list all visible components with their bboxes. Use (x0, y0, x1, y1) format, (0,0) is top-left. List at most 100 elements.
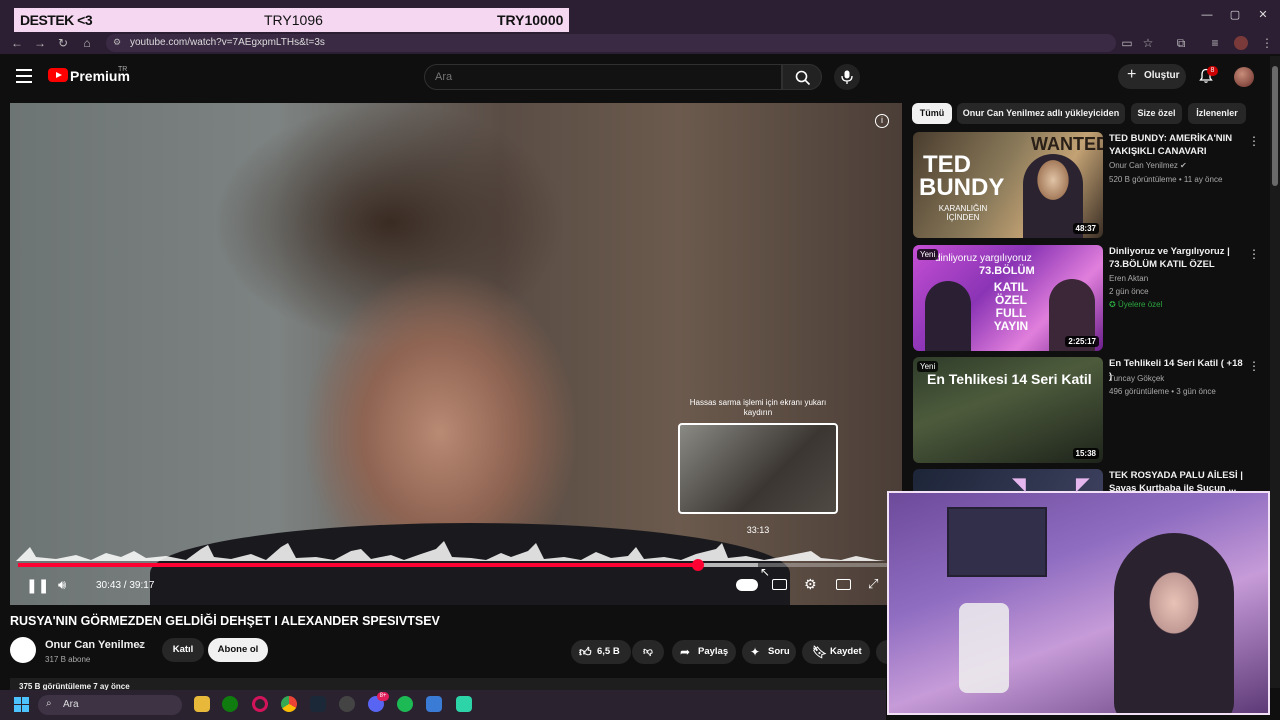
chip-from-uploader[interactable]: Onur Can Yenilmez adlı yükleyiciden (957, 103, 1125, 124)
xbox-icon[interactable] (222, 696, 238, 712)
bookmark-icon: 🔖︎ (812, 645, 828, 659)
obs-icon[interactable] (339, 696, 355, 712)
search-box[interactable] (424, 64, 782, 90)
webcam-background-lamp (959, 603, 1009, 693)
banner-right-text: TRY10000 (497, 12, 564, 28)
forward-icon[interactable]: → (33, 36, 47, 50)
search-icon (795, 70, 811, 86)
voice-search-button[interactable] (834, 64, 860, 90)
chip-for-you[interactable]: Size özel (1131, 103, 1182, 124)
extensions-icon[interactable]: ⧉ (1174, 36, 1188, 50)
microphone-icon (841, 70, 853, 84)
dislike-button[interactable]: 👎︎ (632, 640, 664, 664)
reload-icon[interactable]: ↻ (56, 36, 70, 50)
page-scrollbar[interactable] (1270, 56, 1280, 688)
thumbnail-text: KATIL ÖZEL FULL YAYIN (993, 280, 1029, 333)
bookmark-star-icon[interactable]: ☆ (1141, 36, 1155, 50)
url-text: youtube.com/watch?v=7AEgxpmLTHs&t=3s (130, 37, 325, 48)
more-options-icon[interactable]: ⋮ (1248, 359, 1260, 373)
chip-watched[interactable]: İzlenenler (1188, 103, 1246, 124)
profile-avatar[interactable] (1234, 36, 1248, 50)
recommendation-channel[interactable]: Eren Aktan (1109, 274, 1148, 283)
thumbs-down-icon: 👎︎ (643, 646, 653, 657)
search-icon: ⌕ (46, 698, 52, 709)
sparkle-icon: ✦ (750, 645, 761, 659)
share-button[interactable]: ➦ Paylaş (672, 640, 736, 664)
more-options-icon[interactable]: ⋮ (1248, 247, 1260, 261)
recommendation-title[interactable]: TEK ROSYADA PALU AİLESİ | Savaş Kurtbaba… (1109, 469, 1244, 493)
theater-mode-icon[interactable] (836, 579, 851, 590)
fullscreen-icon[interactable]: ⤢ (868, 576, 878, 592)
create-button[interactable]: + Oluştur (1118, 64, 1186, 89)
settings-gear-icon[interactable]: ⚙ (804, 576, 817, 593)
home-icon[interactable]: ⌂ (80, 36, 94, 50)
subtitles-icon[interactable] (772, 579, 787, 590)
thumbnail-person-left (925, 281, 971, 351)
recommendation-title[interactable]: Dinliyoruz ve Yargılıyoruz | 73.BÖLÜM KA… (1109, 245, 1244, 271)
reading-list-icon[interactable]: ≡ (1208, 36, 1222, 50)
ask-label: Soru (768, 646, 790, 657)
chrome-icon[interactable] (281, 696, 297, 712)
search-input[interactable] (425, 65, 781, 89)
recommendation-thumbnail[interactable]: TED BUNDY KARANLIĞIN İÇİNDEN WANTED 48:3… (913, 132, 1103, 238)
scrollbar-thumb[interactable] (1272, 66, 1278, 186)
maximize-icon[interactable]: ▢ (1228, 8, 1242, 22)
subscriber-count: 317 B abone (45, 655, 91, 664)
recommendation-thumbnail[interactable]: dinliyoruz yargılıyoruz 73.BÖLÜM KATIL Ö… (913, 245, 1103, 351)
webcam-streamer (1114, 533, 1234, 713)
hamburger-menu-icon[interactable] (16, 69, 32, 83)
recommendation-thumbnail[interactable]: En Tehlikesi 14 Seri Katil Yeni 15:38 (913, 357, 1103, 463)
pause-icon[interactable]: ❚❚ (26, 577, 49, 594)
share-label: Paylaş (698, 646, 729, 657)
share-arrow-icon: ➦ (680, 645, 691, 659)
close-icon[interactable]: ✕ (1256, 8, 1270, 22)
cast-icon[interactable]: ▭ (1120, 36, 1134, 50)
mouse-cursor-icon: ↖ (760, 565, 771, 579)
subscribe-button[interactable]: Abone ol (208, 638, 268, 662)
browser-menu-icon[interactable]: ⋮ (1260, 36, 1274, 50)
played-bar (18, 563, 699, 567)
info-icon[interactable]: i (875, 114, 889, 128)
ask-button[interactable]: ✦ Soru (742, 640, 796, 664)
autoplay-toggle[interactable] (736, 579, 758, 591)
progress-bar[interactable] (18, 559, 888, 571)
webcam-overlay (887, 491, 1270, 715)
account-avatar[interactable] (1234, 67, 1254, 87)
minimize-icon[interactable]: — (1200, 8, 1214, 22)
new-badge: Yeni (917, 249, 939, 260)
video-title: RUSYA'NIN GÖRMEZDEN GELDİĞİ DEHŞET I ALE… (10, 614, 440, 628)
spotify-icon[interactable] (397, 696, 413, 712)
like-button[interactable]: 👍︎ 6,5 B (571, 640, 631, 664)
more-options-icon[interactable]: ⋮ (1248, 134, 1260, 148)
recommendation-channel[interactable]: Onur Can Yenilmez (1109, 161, 1178, 170)
join-button[interactable]: Katıl (162, 638, 204, 662)
video-player[interactable]: i Hassas sarma işlemi için ekranı yukarı… (10, 103, 902, 605)
recommendation-channel[interactable]: Tuncay Gökçek (1109, 374, 1164, 383)
channel-avatar[interactable] (10, 637, 36, 663)
save-label: Kaydet (830, 646, 862, 657)
app-icon[interactable] (426, 696, 442, 712)
search-button[interactable] (782, 64, 822, 90)
recommendation-meta: 2 gün önce (1109, 287, 1149, 296)
views-and-date[interactable]: 375 B görüntüleme 7 ay önce (10, 678, 886, 690)
app-icon[interactable] (456, 696, 472, 712)
opera-icon[interactable] (252, 696, 268, 712)
seek-hint-text: Hassas sarma işlemi için ekranı yukarı k… (689, 398, 827, 417)
chip-all[interactable]: Tümü (912, 103, 952, 124)
thumbnail-text: 73.BÖLÜM (979, 265, 1035, 277)
volume-icon[interactable]: 🔊︎ (58, 577, 66, 593)
steam-icon[interactable] (310, 696, 326, 712)
recommendation-title[interactable]: TED BUNDY: AMERİKA'NIN YAKIŞIKLI CANAVAR… (1109, 132, 1244, 158)
youtube-logo-icon[interactable] (48, 68, 68, 82)
channel-name[interactable]: Onur Can Yenilmez (45, 639, 145, 651)
back-icon[interactable]: ← (10, 36, 24, 50)
members-label: Üyelere özel (1117, 300, 1163, 309)
taskbar-search[interactable]: ⌕ Ara (38, 695, 182, 715)
video-duration: 15:38 (1072, 448, 1099, 459)
site-info-icon[interactable]: ⚙ (113, 37, 121, 48)
file-explorer-icon[interactable] (194, 696, 210, 712)
save-button[interactable]: 🔖︎ Kaydet (802, 640, 870, 664)
region-label: TR (118, 66, 128, 73)
windows-start-icon[interactable] (14, 697, 29, 712)
url-field[interactable]: ⚙ youtube.com/watch?v=7AEgxpmLTHs&t=3s (106, 34, 1116, 52)
